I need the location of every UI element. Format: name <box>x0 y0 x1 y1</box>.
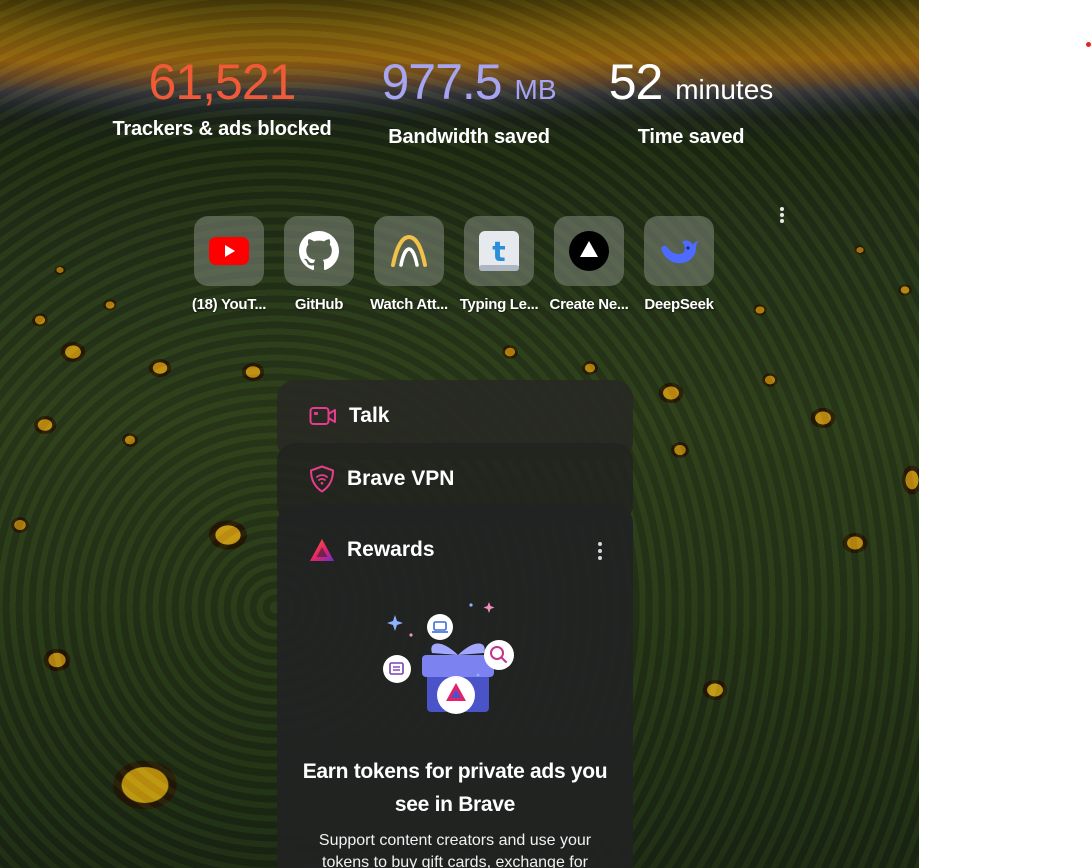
top-site-tile-youtube[interactable]: (18) YouT... <box>184 216 274 313</box>
deepseek-whale-icon <box>644 216 714 286</box>
bandwidth-value-row: 977.5 MB <box>374 54 564 118</box>
stat-trackers-blocked: 61,521 Trackers & ads blocked <box>100 54 344 141</box>
vpn-title: Brave VPN <box>347 467 455 490</box>
stat-bandwidth-saved: 977.5 MB Bandwidth saved <box>374 54 564 149</box>
top-site-label: GitHub <box>294 296 344 313</box>
typing-t-icon: t <box>464 216 534 286</box>
rewards-heading: Earn tokens for private ads you see in B… <box>302 760 608 816</box>
bandwidth-value: 977.5 <box>381 54 502 110</box>
top-sites-more-options-icon[interactable] <box>774 204 790 226</box>
youtube-icon <box>194 216 264 286</box>
rewards-widget: Rewards Earn tokens for private ads you … <box>277 505 633 868</box>
top-site-label: Watch Att... <box>370 296 448 313</box>
top-site-label: Create Ne... <box>549 296 629 313</box>
top-site-tile-watch[interactable]: Watch Att... <box>364 216 454 313</box>
github-icon <box>284 216 354 286</box>
top-site-tile-deepseek[interactable]: DeepSeek <box>634 216 724 313</box>
shield-icon <box>310 465 334 493</box>
brave-rewards-triangle-icon <box>310 539 334 561</box>
svg-text:t: t <box>492 235 505 268</box>
top-site-label: DeepSeek <box>644 296 714 313</box>
red-dot-indicator <box>1086 42 1091 47</box>
time-value-row: 52 minutes <box>594 54 788 118</box>
talk-title: Talk <box>349 404 390 427</box>
vpn-header[interactable]: Brave VPN <box>309 465 454 493</box>
stat-time-saved: 52 minutes Time saved <box>594 54 788 149</box>
trackers-label: Trackers & ads blocked <box>112 118 332 140</box>
top-site-label: (18) YouT... <box>191 296 267 313</box>
triangle-logo-icon <box>554 216 624 286</box>
rewards-more-options-icon[interactable] <box>595 541 605 561</box>
top-site-label: Typing Le... <box>459 296 539 313</box>
top-site-tile-typing[interactable]: t Typing Le... <box>454 216 544 313</box>
top-site-tile-github[interactable]: GitHub <box>274 216 364 313</box>
top-site-tile-create[interactable]: Create Ne... <box>544 216 634 313</box>
time-label: Time saved <box>637 126 745 148</box>
bandwidth-unit: MB <box>514 74 557 105</box>
video-camera-icon <box>309 407 336 425</box>
rewards-gift-illustration <box>383 602 514 714</box>
trackers-count: 61,521 <box>148 54 297 110</box>
rewards-description: Support content creators and use your to… <box>318 832 592 868</box>
rewards-header[interactable]: Rewards <box>309 538 435 562</box>
talk-header[interactable]: Talk <box>309 404 389 428</box>
rewards-title: Rewards <box>347 538 435 561</box>
watch-logo-icon <box>374 216 444 286</box>
time-value: 52 <box>608 54 664 110</box>
time-unit: minutes <box>675 74 774 105</box>
bandwidth-label: Bandwidth saved <box>388 126 550 148</box>
